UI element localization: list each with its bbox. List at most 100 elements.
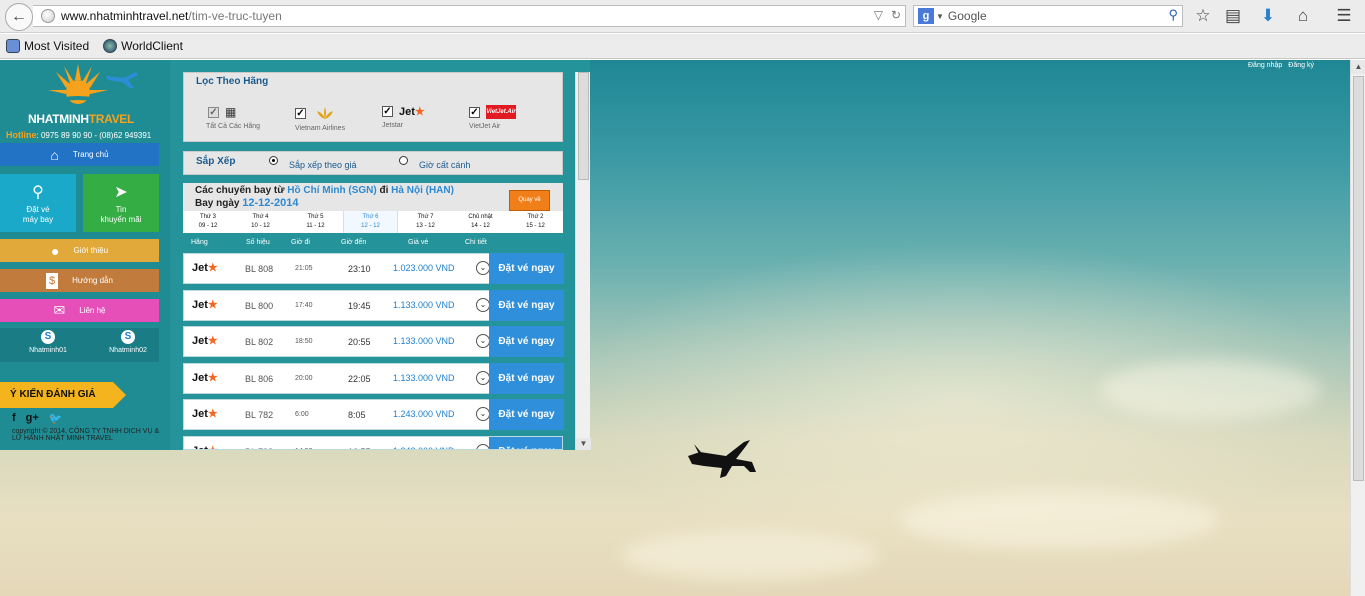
search-bar[interactable]: g ▼ Google ⚲ (913, 5, 1183, 27)
book-now-button[interactable]: Đặt vé ngay (489, 326, 564, 357)
page-viewport: Đăng nhập Đăng ký ▲ NHATMINHTRAVEL Hotli… (0, 60, 1365, 596)
checkbox-icon[interactable]: ✓ (295, 107, 306, 119)
home-icon[interactable]: ⌂ (1293, 6, 1313, 26)
filter-jetstar[interactable]: ✓ Jet★ Jetstar (382, 105, 425, 129)
skype-nhatminh02[interactable]: S Nhatminh02 (88, 330, 168, 360)
back-button[interactable]: ← (5, 3, 33, 31)
arrive-time: 22:05 (348, 373, 371, 384)
dollar-icon: $ (46, 272, 59, 289)
nav-book-flight[interactable]: ⚲ Đặt vé máy bay (0, 174, 76, 232)
chevron-down-icon[interactable]: ⌄ (476, 407, 490, 421)
nav-promotions[interactable]: ➤ Tin khuyến mãi (83, 174, 159, 232)
nav-about[interactable]: ● Giới thiệu (0, 239, 159, 262)
nav-guide[interactable]: $ Hướng dẫn (0, 269, 159, 292)
skype-nhatminh01[interactable]: S Nhatminh01 (8, 330, 88, 360)
bookmark-star-icon[interactable]: ☆ (1193, 6, 1213, 26)
day-name: Thứ 5 (307, 214, 324, 220)
price: 1.133.000 VND (393, 372, 455, 383)
day-tab[interactable]: Thứ 7 13 - 12 (398, 211, 453, 233)
url-bar[interactable]: www.nhatminhtravel.net/tim-ve-truc-tuyen… (33, 5, 906, 27)
menu-icon[interactable]: ☰ (1334, 6, 1354, 26)
day-tab[interactable]: Thứ 4 10 - 12 (233, 211, 288, 233)
checkbox-icon[interactable]: ✓ (382, 106, 393, 117)
sort-time-label[interactable]: Giờ cất cánh (419, 160, 470, 170)
bookmark-label: WorldClient (121, 39, 183, 53)
day-date: 13 - 12 (416, 223, 435, 229)
page-scroll-thumb[interactable] (1353, 76, 1364, 481)
book-now-button[interactable]: Đặt vé ngay (489, 399, 564, 430)
url-text: www.nhatminhtravel.net/tim-ve-truc-tuyen (61, 9, 282, 23)
checkbox-icon[interactable]: ✓ (208, 106, 219, 118)
facebook-icon[interactable]: f (12, 412, 16, 425)
login-link[interactable]: Đăng nhập (1248, 62, 1282, 69)
day-tab[interactable]: Thứ 2 15 - 12 (508, 211, 563, 233)
google-plus-icon[interactable]: g+ (26, 412, 39, 425)
book-now-button[interactable]: Đặt vé ngay (489, 253, 564, 284)
skype-label: Nhatminh02 (109, 347, 147, 354)
book-now-button[interactable]: Đặt vé ngay (489, 362, 564, 394)
bookmarks-toolbar: Most Visited WorldClient (0, 34, 1365, 59)
page-scrollbar[interactable]: ▲ (1350, 60, 1365, 596)
checkbox-icon[interactable]: ✓ (469, 106, 480, 118)
airline-logo-text: Jet (192, 371, 208, 384)
jetstar-logo: Jet★ (192, 444, 218, 450)
return-button[interactable]: Quay về (509, 190, 550, 211)
scroll-up-icon[interactable]: ▲ (1351, 60, 1365, 74)
day-name: Thứ 6 (362, 214, 379, 220)
book-now-button[interactable]: Đặt vé ngay (489, 289, 564, 321)
arrive-time: 20:55 (348, 337, 371, 347)
bookmark-worldclient[interactable]: WorldClient (103, 39, 183, 53)
book-now-button[interactable]: Đặt vé ngay (489, 436, 562, 450)
dropdown-arrow-icon[interactable]: ▽ (874, 8, 883, 22)
chevron-down-icon[interactable]: ⌄ (476, 297, 490, 312)
chevron-down-icon[interactable]: ⌄ (476, 334, 490, 348)
scroll-down-icon[interactable]: ▼ (576, 438, 591, 450)
depart-time: 18:50 (295, 338, 313, 345)
sort-price-label[interactable]: Sắp xếp theo giá (289, 160, 357, 170)
sort-price-radio[interactable] (269, 156, 278, 165)
route-line: Các chuyến bay từ Hồ Chí Minh (SGN) đi H… (195, 185, 454, 196)
sort-time-radio[interactable] (399, 156, 408, 165)
register-link[interactable]: Đăng ký (1288, 62, 1314, 69)
day-date: 14 - 12 (471, 223, 490, 229)
home-icon: ⌂ (50, 146, 59, 163)
flight-number: BL 806 (245, 373, 274, 384)
filter-vietnam-airlines[interactable]: ✓ Vietnam Airlines (295, 105, 345, 132)
airline-filter-box: Lọc Theo Hãng ✓ ▦ Tất Cả Các Hãng ✓ Vietn… (183, 72, 563, 142)
download-icon[interactable]: ⬇ (1258, 6, 1278, 26)
flight-number: BL 782 (245, 410, 274, 420)
hotline-label: Hotline (6, 130, 37, 140)
nav-contact[interactable]: ✉ Liên hệ (0, 299, 159, 322)
day-tab[interactable]: Chủ nhật 14 - 12 (453, 211, 508, 233)
day-tab[interactable]: Thứ 3 09 - 12 (183, 211, 233, 233)
reload-icon[interactable]: ↻ (891, 8, 901, 22)
arrive-time: 16:55 (348, 447, 371, 450)
search-input[interactable]: Google (948, 9, 987, 23)
results-scroll-thumb[interactable] (578, 72, 589, 180)
nav-home[interactable]: ⌂ Trang chủ (0, 143, 159, 166)
airline-logo-text: Jet (192, 408, 208, 420)
chevron-down-icon[interactable]: ⌄ (476, 370, 490, 385)
chevron-down-icon[interactable]: ⌄ (476, 443, 490, 450)
google-icon[interactable]: g (918, 8, 934, 24)
chevron-down-icon[interactable]: ⌄ (476, 261, 490, 275)
results-scrollbar[interactable]: ▼ (575, 72, 591, 450)
nav-label: Giới thiệu (73, 246, 109, 255)
day-tab[interactable]: Thứ 5 11 - 12 (288, 211, 343, 233)
twitter-icon[interactable]: 🐦 (49, 412, 63, 425)
reading-list-icon[interactable]: ▤ (1223, 6, 1243, 26)
airline-logo-text: Jet (192, 262, 208, 274)
day-tab[interactable]: Thứ 6 12 - 12 (343, 211, 398, 233)
filter-vietjet[interactable]: ✓ VietJet.Air VietJet Air (469, 105, 516, 130)
bookmark-most-visited[interactable]: Most Visited (6, 39, 89, 53)
filter-all-airlines[interactable]: ✓ ▦ Tất Cả Các Hãng (206, 105, 260, 130)
feedback-tab[interactable]: Ý KIẾN ĐÁNH GIÁ (0, 382, 126, 408)
column-header: Giờ đi (291, 238, 310, 246)
vietnam-airlines-lotus-icon (317, 107, 333, 119)
engine-dropdown-icon[interactable]: ▼ (936, 12, 944, 21)
jetstar-logo-text: Jet (399, 106, 415, 118)
cloud (620, 530, 880, 580)
filter-title: Lọc Theo Hãng (196, 76, 269, 87)
most-visited-icon (6, 39, 20, 53)
search-icon[interactable]: ⚲ (1168, 7, 1178, 23)
